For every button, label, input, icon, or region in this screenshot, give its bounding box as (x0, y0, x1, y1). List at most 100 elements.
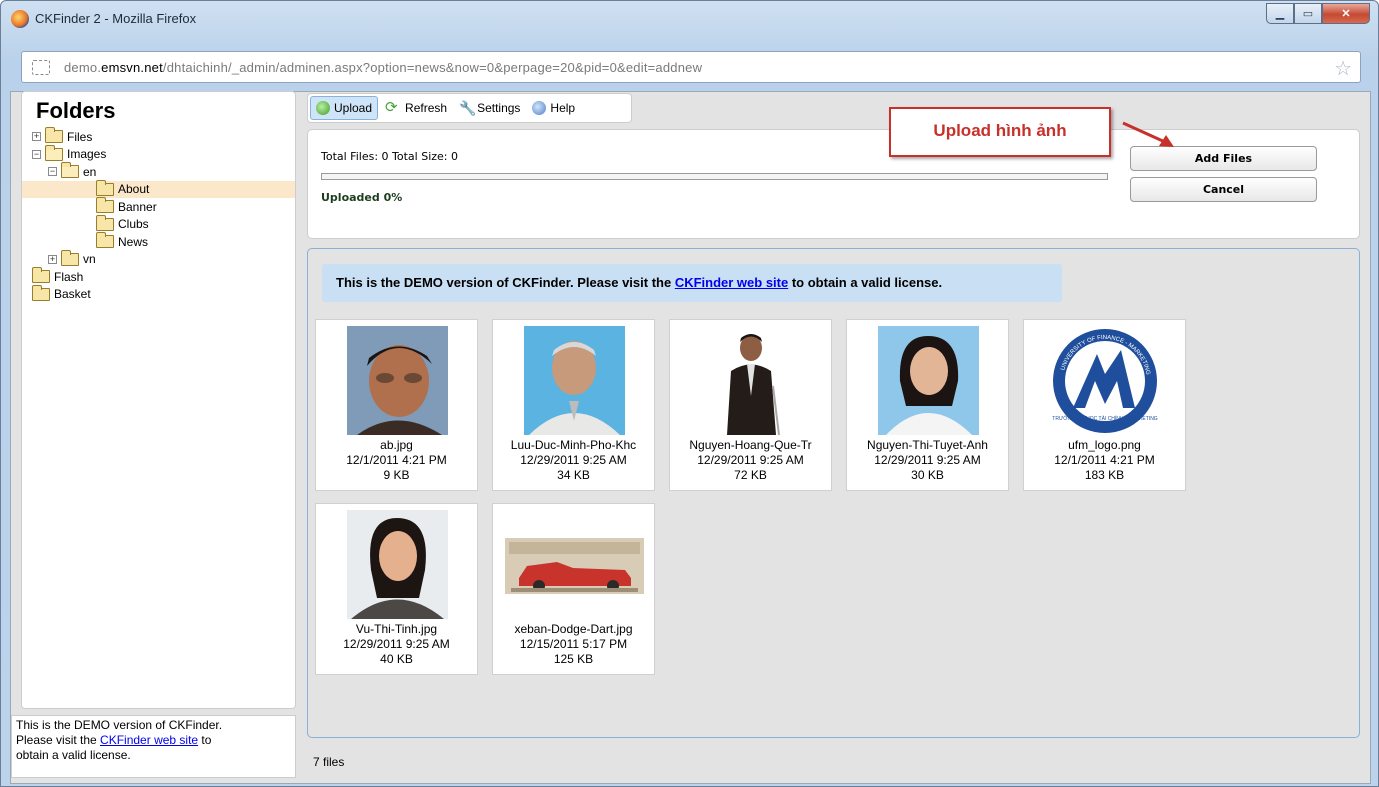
file-thumbnail (347, 326, 448, 435)
folder-label: About (118, 182, 150, 196)
banner-ckfinder-link[interactable]: CKFinder web site (675, 275, 788, 290)
file-name: xeban-Dodge-Dart.jpg (514, 622, 633, 636)
demo-notice-line2: Please visit the CKFinder web site to (16, 733, 291, 748)
bookmark-star-icon[interactable]: ☆ (1334, 56, 1352, 81)
ufm-logo-icon: TRƯỜNG ĐẠI HỌC TÀI CHÍNH - MARKETING UNI… (1052, 329, 1158, 433)
folder-tree-item[interactable]: Basket (32, 284, 91, 303)
folder-tree-item[interactable]: Flash (32, 267, 84, 285)
expand-icon[interactable]: + (48, 254, 57, 264)
file-size: 125 KB (553, 652, 594, 666)
status-bar: 7 files (307, 747, 1360, 777)
page-icon (32, 60, 50, 75)
folder-icon (32, 267, 50, 283)
portrait-thumbnail-icon (878, 326, 979, 435)
upload-stats: Total Files: 0 Total Size: 0 (321, 150, 458, 163)
collapse-icon[interactable]: − (32, 149, 41, 159)
file-card[interactable]: Nguyen-Hoang-Que-Tr 12/29/2011 9:25 AM 7… (669, 319, 832, 491)
file-name: ufm_logo.png (1068, 438, 1141, 452)
close-button[interactable]: ✕ (1322, 3, 1370, 24)
url-path: /dhtaichinh/_admin/adminen.aspx?option=n… (162, 60, 703, 75)
demo-banner-pre: This is the DEMO version of CKFinder. Pl… (336, 275, 675, 290)
demo-banner: This is the DEMO version of CKFinder. Pl… (322, 264, 1062, 302)
refresh-icon: ⟳ (385, 99, 398, 116)
folder-label: Images (67, 147, 107, 161)
toolbar: Upload ⟳ Refresh 🔧 Settings Help (307, 93, 632, 123)
url-prefix: demo. (64, 60, 102, 75)
file-date: 12/1/2011 4:21 PM (1054, 453, 1155, 467)
expand-icon[interactable]: + (32, 132, 41, 141)
upload-callout: Upload hình ảnh (889, 107, 1111, 157)
portrait-thumbnail-icon (347, 326, 448, 435)
file-card[interactable]: xeban-Dodge-Dart.jpg 12/15/2011 5:17 PM … (492, 503, 655, 675)
folder-tree-item[interactable]: − en (48, 162, 97, 180)
help-label: Help (550, 101, 576, 115)
demo-notice-pre: Please visit the (16, 733, 101, 747)
file-name: Nguyen-Thi-Tuyet-Anh (867, 438, 988, 452)
upload-label: Upload (334, 101, 373, 115)
file-thumbnail (524, 326, 625, 435)
file-card[interactable]: TRƯỜNG ĐẠI HỌC TÀI CHÍNH - MARKETING UNI… (1023, 319, 1186, 491)
file-card[interactable]: ab.jpg 12/1/2011 4:21 PM 9 KB (315, 319, 478, 491)
folder-tree-item[interactable]: About (22, 179, 295, 198)
file-size: 183 KB (1084, 468, 1125, 482)
file-name: ab.jpg (380, 438, 413, 452)
maximize-button[interactable]: ▭ (1294, 3, 1322, 24)
folder-icon (96, 179, 114, 196)
folder-label: Flash (54, 269, 84, 284)
file-card[interactable]: Vu-Thi-Tinh.jpg 12/29/2011 9:25 AM 40 KB (315, 503, 478, 675)
ckfinder-website-link[interactable]: CKFinder web site (100, 733, 198, 747)
upload-panel: Total Files: 0 Total Size: 0 Uploaded 0%… (307, 129, 1360, 239)
minimize-button[interactable]: ▁ (1266, 3, 1294, 24)
upload-icon (316, 101, 330, 115)
folder-icon (96, 214, 114, 231)
folder-icon (45, 144, 63, 161)
folder-label: en (83, 164, 97, 179)
folder-tree-item[interactable]: − Images (32, 144, 107, 163)
window-controls: ▁ ▭ ✕ (1266, 3, 1370, 24)
file-thumbnail (347, 510, 448, 619)
help-icon (532, 101, 547, 115)
file-date: 12/29/2011 9:25 AM (343, 637, 450, 651)
file-card[interactable]: Luu-Duc-Minh-Pho-Khc 12/29/2011 9:25 AM … (492, 319, 655, 491)
folders-panel: Folders + Files − Images − en About Banner Clubs… (21, 91, 296, 709)
refresh-button[interactable]: ⟳ Refresh (380, 96, 452, 120)
file-name: Vu-Thi-Tinh.jpg (355, 622, 438, 636)
file-date: 12/29/2011 9:25 AM (520, 453, 627, 467)
folder-icon (45, 127, 63, 143)
demo-notice: This is the DEMO version of CKFinder. Pl… (11, 715, 296, 778)
url-text[interactable]: demo.emsvn.net/dhtaichinh/_admin/adminen… (64, 60, 702, 75)
title-bar: CKFinder 2 - Mozilla Firefox ▁ ▭ ✕ (1, 1, 1378, 41)
folder-label: News (118, 234, 149, 249)
folder-label: Clubs (118, 217, 149, 231)
portrait-thumbnail-icon (347, 510, 448, 619)
folder-label: Banner (118, 199, 157, 214)
refresh-label: Refresh (405, 101, 448, 115)
folder-tree-item[interactable]: News (22, 232, 295, 250)
file-date: 12/1/2011 4:21 PM (346, 453, 447, 467)
demo-notice-post: to (198, 733, 212, 747)
folder-icon (61, 162, 79, 178)
collapse-icon[interactable]: − (48, 167, 57, 176)
cancel-button[interactable]: Cancel (1130, 177, 1317, 202)
file-name: Luu-Duc-Minh-Pho-Khc (510, 438, 637, 452)
settings-wrench-icon: 🔧 (459, 100, 477, 116)
upload-button[interactable]: Upload (310, 96, 379, 120)
file-card[interactable]: Nguyen-Thi-Tuyet-Anh 12/29/2011 9:25 AM … (846, 319, 1009, 491)
folder-icon (61, 249, 79, 266)
settings-button[interactable]: 🔧 Settings (454, 96, 525, 120)
help-button[interactable]: Help (527, 96, 580, 120)
demo-banner-post: to obtain a valid license. (788, 275, 943, 290)
file-date: 12/29/2011 9:25 AM (697, 453, 804, 467)
uploaded-percent: Uploaded 0% (321, 191, 403, 204)
folder-tree-item[interactable]: + vn (48, 249, 96, 268)
folder-tree-item[interactable]: Clubs (22, 214, 295, 233)
folder-tree-item[interactable]: Banner (22, 197, 295, 215)
files-area: This is the DEMO version of CKFinder. Pl… (307, 248, 1360, 738)
car-thumbnail-icon (505, 538, 644, 594)
folder-tree-item[interactable]: + Files (32, 127, 92, 145)
file-thumbnail (505, 510, 644, 619)
address-bar[interactable]: demo.emsvn.net/dhtaichinh/_admin/adminen… (21, 51, 1361, 83)
demo-notice-line1: This is the DEMO version of CKFinder. (16, 718, 223, 732)
add-files-button[interactable]: Add Files (1130, 146, 1317, 171)
file-thumbnail: TRƯỜNG ĐẠI HỌC TÀI CHÍNH - MARKETING UNI… (1037, 326, 1174, 435)
